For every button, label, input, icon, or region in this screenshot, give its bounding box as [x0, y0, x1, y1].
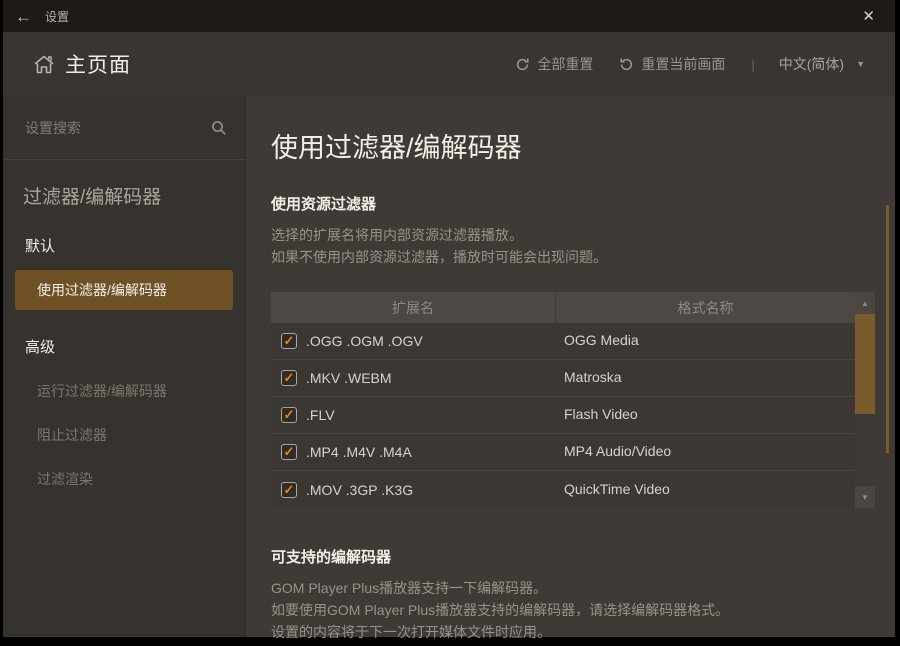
extension-cell: ✓ .OGG .OGM .OGV — [271, 333, 556, 349]
check-icon: ✓ — [284, 408, 295, 421]
page-header: 主页面 全部重置 重置当前画面 — [3, 32, 895, 96]
extension-label: .FLV — [306, 407, 335, 423]
reset-current-icon — [619, 57, 634, 72]
reset-all-icon — [515, 57, 530, 72]
page-title: 使用过滤器/编解码器 — [271, 126, 895, 165]
section1-desc-line2: 如果不使用内部资源过滤器，播放时可能会出现问题。 — [271, 246, 895, 268]
extension-label: .MKV .WEBM — [306, 370, 392, 386]
header-separator: | — [751, 57, 754, 72]
reset-all-label: 全部重置 — [537, 54, 593, 74]
language-label: 中文(简体) — [779, 54, 844, 74]
section1-description: 选择的扩展名将用内部资源过滤器播放。 如果不使用内部资源过滤器，播放时可能会出现… — [271, 224, 895, 268]
table-header: 扩展名 格式名称 — [271, 292, 855, 323]
language-dropdown[interactable]: 中文(简体) ▼ — [773, 50, 871, 78]
extensions-table: 扩展名 格式名称 ✓ .OGG .OGM .OGV OGG Media ✓ — [271, 292, 875, 508]
section1-title: 使用资源过滤器 — [271, 193, 895, 214]
checkbox-checked[interactable]: ✓ — [281, 370, 297, 386]
table-row: ✓ .FLV Flash Video — [271, 397, 855, 434]
check-icon: ✓ — [284, 371, 295, 384]
titlebar: ← 设置 ✕ — [3, 0, 895, 32]
section1-desc-line1: 选择的扩展名将用内部资源过滤器播放。 — [271, 224, 895, 246]
sidebar-category-default: 默认 — [25, 235, 245, 256]
checkbox-checked[interactable]: ✓ — [281, 333, 297, 349]
close-button[interactable]: ✕ — [854, 7, 883, 26]
sidebar-category-advanced: 高级 — [25, 336, 245, 357]
table-scrollbar[interactable]: ▲ ▼ — [855, 292, 875, 508]
format-label: Matroska — [564, 369, 622, 385]
chevron-down-icon: ▼ — [856, 59, 865, 69]
header-title: 主页面 — [65, 49, 131, 79]
format-cell: MP4 Audio/Video — [556, 443, 855, 461]
table-row: ✓ .MKV .WEBM Matroska — [271, 360, 855, 397]
search-icon[interactable] — [211, 120, 227, 136]
sidebar-item-filter-rendering[interactable]: 过滤渲染 — [37, 469, 245, 489]
scroll-up-button[interactable]: ▲ — [855, 292, 875, 314]
main-content: 使用过滤器/编解码器 使用资源过滤器 选择的扩展名将用内部资源过滤器播放。 如果… — [246, 96, 895, 637]
table-row: ✓ .MP4 .M4V .M4A MP4 Audio/Video — [271, 434, 855, 471]
extension-label: .MP4 .M4V .M4A — [306, 444, 412, 460]
sidebar-item-run-filters-codecs[interactable]: 运行过滤器/编解码器 — [37, 381, 245, 401]
checkbox-checked[interactable]: ✓ — [281, 407, 297, 423]
check-icon: ✓ — [284, 334, 295, 347]
header-actions: 全部重置 重置当前画面 | 中文(简体) ▼ — [507, 50, 871, 78]
format-cell: OGG Media — [556, 332, 855, 350]
format-label: OGG Media — [564, 332, 639, 348]
back-button[interactable]: ← — [15, 8, 39, 25]
sidebar: 过滤器/编解码器 默认 使用过滤器/编解码器 高级 运行过滤器/编解码器 阻止过… — [3, 96, 246, 637]
section2-desc-line2: 如要使用GOM Player Plus播放器支持的编解码器，请选择编解码器格式。 — [271, 599, 895, 621]
table-row: ✓ .MOV .3GP .K3G QuickTime Video — [271, 471, 855, 508]
section2-desc-line3: 设置的内容将于下一次打开媒体文件时应用。 — [271, 621, 895, 643]
format-cell: QuickTime Video — [556, 481, 855, 499]
column-header-extension: 扩展名 — [271, 292, 556, 323]
extension-cell: ✓ .FLV — [271, 407, 556, 423]
settings-window: ← 设置 ✕ 主页面 全部重置 — [3, 0, 895, 637]
sidebar-item-use-filters-codecs[interactable]: 使用过滤器/编解码器 — [15, 270, 233, 310]
search-input[interactable] — [25, 120, 211, 136]
checkbox-checked[interactable]: ✓ — [281, 444, 297, 460]
section2-desc-line1: GOM Player Plus播放器支持一下编解码器。 — [271, 577, 895, 599]
table-columns: 扩展名 格式名称 ✓ .OGG .OGM .OGV OGG Media ✓ — [271, 292, 855, 508]
scrollbar-thumb[interactable] — [855, 314, 875, 414]
format-cell: Flash Video — [556, 406, 855, 424]
checkbox-checked[interactable]: ✓ — [281, 482, 297, 498]
reset-current-button[interactable]: 重置当前画面 — [611, 50, 733, 78]
reset-all-button[interactable]: 全部重置 — [507, 50, 601, 78]
body: 过滤器/编解码器 默认 使用过滤器/编解码器 高级 运行过滤器/编解码器 阻止过… — [3, 96, 895, 637]
home-breadcrumb[interactable]: 主页面 — [33, 49, 507, 79]
page-scrollbar-thumb[interactable] — [886, 205, 889, 453]
section2-description: GOM Player Plus播放器支持一下编解码器。 如要使用GOM Play… — [271, 577, 895, 643]
window-title: 设置 — [45, 8, 854, 25]
check-icon: ✓ — [284, 483, 295, 496]
format-label: Flash Video — [564, 406, 638, 422]
scroll-down-button[interactable]: ▼ — [855, 486, 875, 508]
search-bar — [3, 96, 245, 160]
sidebar-section-title: 过滤器/编解码器 — [23, 182, 245, 209]
extension-cell: ✓ .MP4 .M4V .M4A — [271, 444, 556, 460]
check-icon: ✓ — [284, 445, 295, 458]
scrollbar-track[interactable] — [855, 314, 875, 486]
home-icon — [33, 54, 55, 75]
format-label: MP4 Audio/Video — [564, 443, 671, 459]
format-label: QuickTime Video — [564, 481, 670, 497]
format-cell: Matroska — [556, 369, 855, 387]
extension-cell: ✓ .MKV .WEBM — [271, 370, 556, 386]
sidebar-item-block-filters[interactable]: 阻止过滤器 — [37, 425, 245, 445]
extension-label: .OGG .OGM .OGV — [306, 333, 423, 349]
extension-label: .MOV .3GP .K3G — [306, 482, 413, 498]
section2-title: 可支持的编解码器 — [271, 546, 895, 567]
reset-current-label: 重置当前画面 — [641, 54, 725, 74]
extension-cell: ✓ .MOV .3GP .K3G — [271, 482, 556, 498]
column-header-format: 格式名称 — [556, 292, 855, 323]
table-row: ✓ .OGG .OGM .OGV OGG Media — [271, 323, 855, 360]
